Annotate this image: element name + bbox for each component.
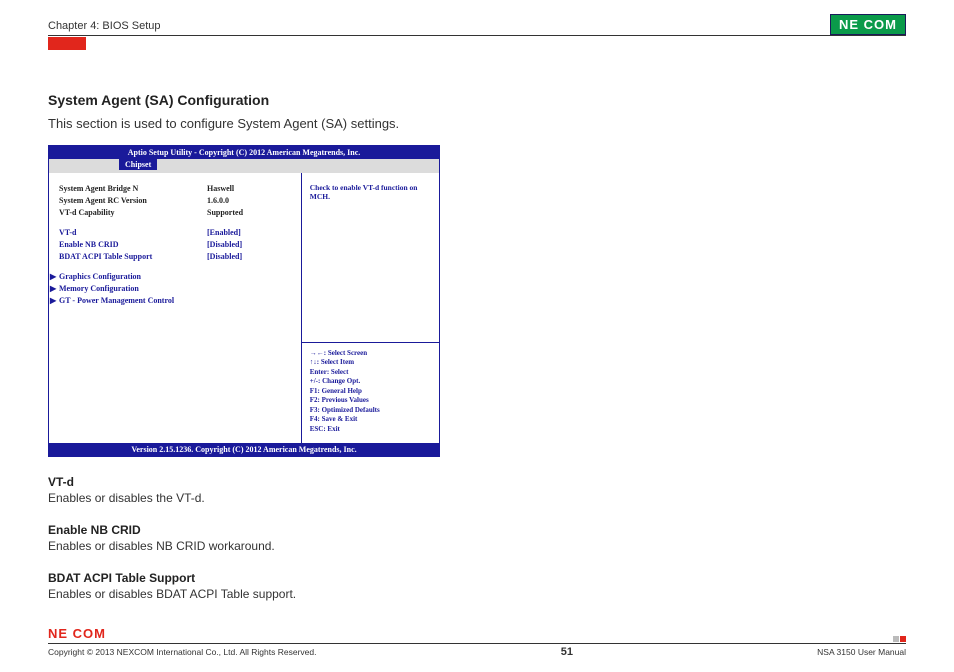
bios-key-line: Enter: Select (310, 368, 431, 377)
footer-squares-icon (893, 636, 906, 642)
bios-option-row: BDAT ACPI Table Support[Disabled] (59, 251, 295, 263)
bios-submenu-label: GT - Power Management Control (59, 295, 174, 307)
bios-key-line: F4: Save & Exit (310, 415, 431, 424)
bios-submenu: ▶Graphics Configuration (59, 271, 295, 283)
bios-submenu: ▶Memory Configuration (59, 283, 295, 295)
bios-label: VT-d Capability (59, 207, 207, 219)
bios-option-row: Enable NB CRID[Disabled] (59, 239, 295, 251)
bios-label: BDAT ACPI Table Support (59, 251, 207, 263)
bios-info-row: VT-d CapabilitySupported (59, 207, 295, 219)
bios-key-line: +/-: Change Opt. (310, 377, 431, 386)
desc-text: Enables or disables BDAT ACPI Table supp… (48, 587, 908, 601)
page-footer: NE COM Copyright © 2013 NEXCOM Internati… (48, 626, 906, 658)
copyright-text: Copyright © 2013 NEXCOM International Co… (48, 647, 316, 657)
bios-submenu-label: Graphics Configuration (59, 271, 141, 283)
footer-row: Copyright © 2013 NEXCOM International Co… (48, 646, 906, 658)
bios-tab-chipset: Chipset (119, 159, 157, 170)
bios-key-help: →←: Select Screen ↑↓: Select Item Enter:… (302, 343, 439, 443)
bios-value: 1.6.0.0 (207, 195, 229, 207)
desc-title: BDAT ACPI Table Support (48, 571, 908, 585)
section-title: System Agent (SA) Configuration (48, 92, 908, 108)
bios-key-line: F2: Previous Values (310, 396, 431, 405)
desc-title: Enable NB CRID (48, 523, 908, 537)
red-tab-decor (48, 37, 86, 50)
description-block: BDAT ACPI Table Support Enables or disab… (48, 571, 908, 601)
bios-key-line: ↑↓: Select Item (310, 358, 431, 367)
bios-screenshot: Aptio Setup Utility - Copyright (C) 2012… (48, 145, 440, 457)
content-area: System Agent (SA) Configuration This sec… (48, 92, 908, 601)
bios-key-line: →←: Select Screen (310, 349, 431, 358)
bios-value: [Disabled] (207, 251, 242, 263)
bios-label: VT-d (59, 227, 207, 239)
bios-key-line: ESC: Exit (310, 425, 431, 434)
footer-rule (48, 643, 906, 644)
bios-help-text: Check to enable VT-d function on MCH. (302, 173, 439, 343)
bios-key-line: F3: Optimized Defaults (310, 406, 431, 415)
bios-value: Haswell (207, 183, 234, 195)
bios-body: System Agent Bridge NHaswell System Agen… (49, 173, 439, 443)
bios-info-row: System Agent Bridge NHaswell (59, 183, 295, 195)
bios-value: [Enabled] (207, 227, 241, 239)
section-subtitle: This section is used to configure System… (48, 116, 908, 131)
desc-text: Enables or disables the VT-d. (48, 491, 908, 505)
bios-left-pane: System Agent Bridge NHaswell System Agen… (49, 173, 302, 443)
bios-titlebar: Aptio Setup Utility - Copyright (C) 2012… (49, 146, 439, 159)
description-block: VT-d Enables or disables the VT-d. (48, 475, 908, 505)
bios-info-row: System Agent RC Version1.6.0.0 (59, 195, 295, 207)
desc-title: VT-d (48, 475, 908, 489)
bios-submenu-label: Memory Configuration (59, 283, 139, 295)
bios-submenu: ▶GT - Power Management Control (59, 295, 295, 307)
bios-right-pane: Check to enable VT-d function on MCH. →←… (302, 173, 439, 443)
bios-tabbar: Chipset (49, 159, 439, 173)
page-number: 51 (561, 646, 573, 658)
bios-footer: Version 2.15.1236. Copyright (C) 2012 Am… (49, 443, 439, 456)
desc-text: Enables or disables NB CRID workaround. (48, 539, 908, 553)
bios-value: Supported (207, 207, 243, 219)
page-header: Chapter 4: BIOS Setup NE COM (48, 14, 906, 36)
bios-key-line: F1: General Help (310, 387, 431, 396)
bios-value: [Disabled] (207, 239, 242, 251)
description-block: Enable NB CRID Enables or disables NB CR… (48, 523, 908, 553)
bios-label: System Agent RC Version (59, 195, 207, 207)
arrow-icon: ▶ (50, 283, 56, 295)
brand-logo-top: NE COM (830, 14, 906, 35)
brand-logo-bottom: NE COM (48, 626, 906, 641)
bios-label: System Agent Bridge N (59, 183, 207, 195)
arrow-icon: ▶ (50, 271, 56, 283)
chapter-label: Chapter 4: BIOS Setup (48, 20, 161, 35)
doc-title: NSA 3150 User Manual (817, 647, 906, 657)
bios-label: Enable NB CRID (59, 239, 207, 251)
bios-option-row: VT-d[Enabled] (59, 227, 295, 239)
arrow-icon: ▶ (50, 295, 56, 307)
